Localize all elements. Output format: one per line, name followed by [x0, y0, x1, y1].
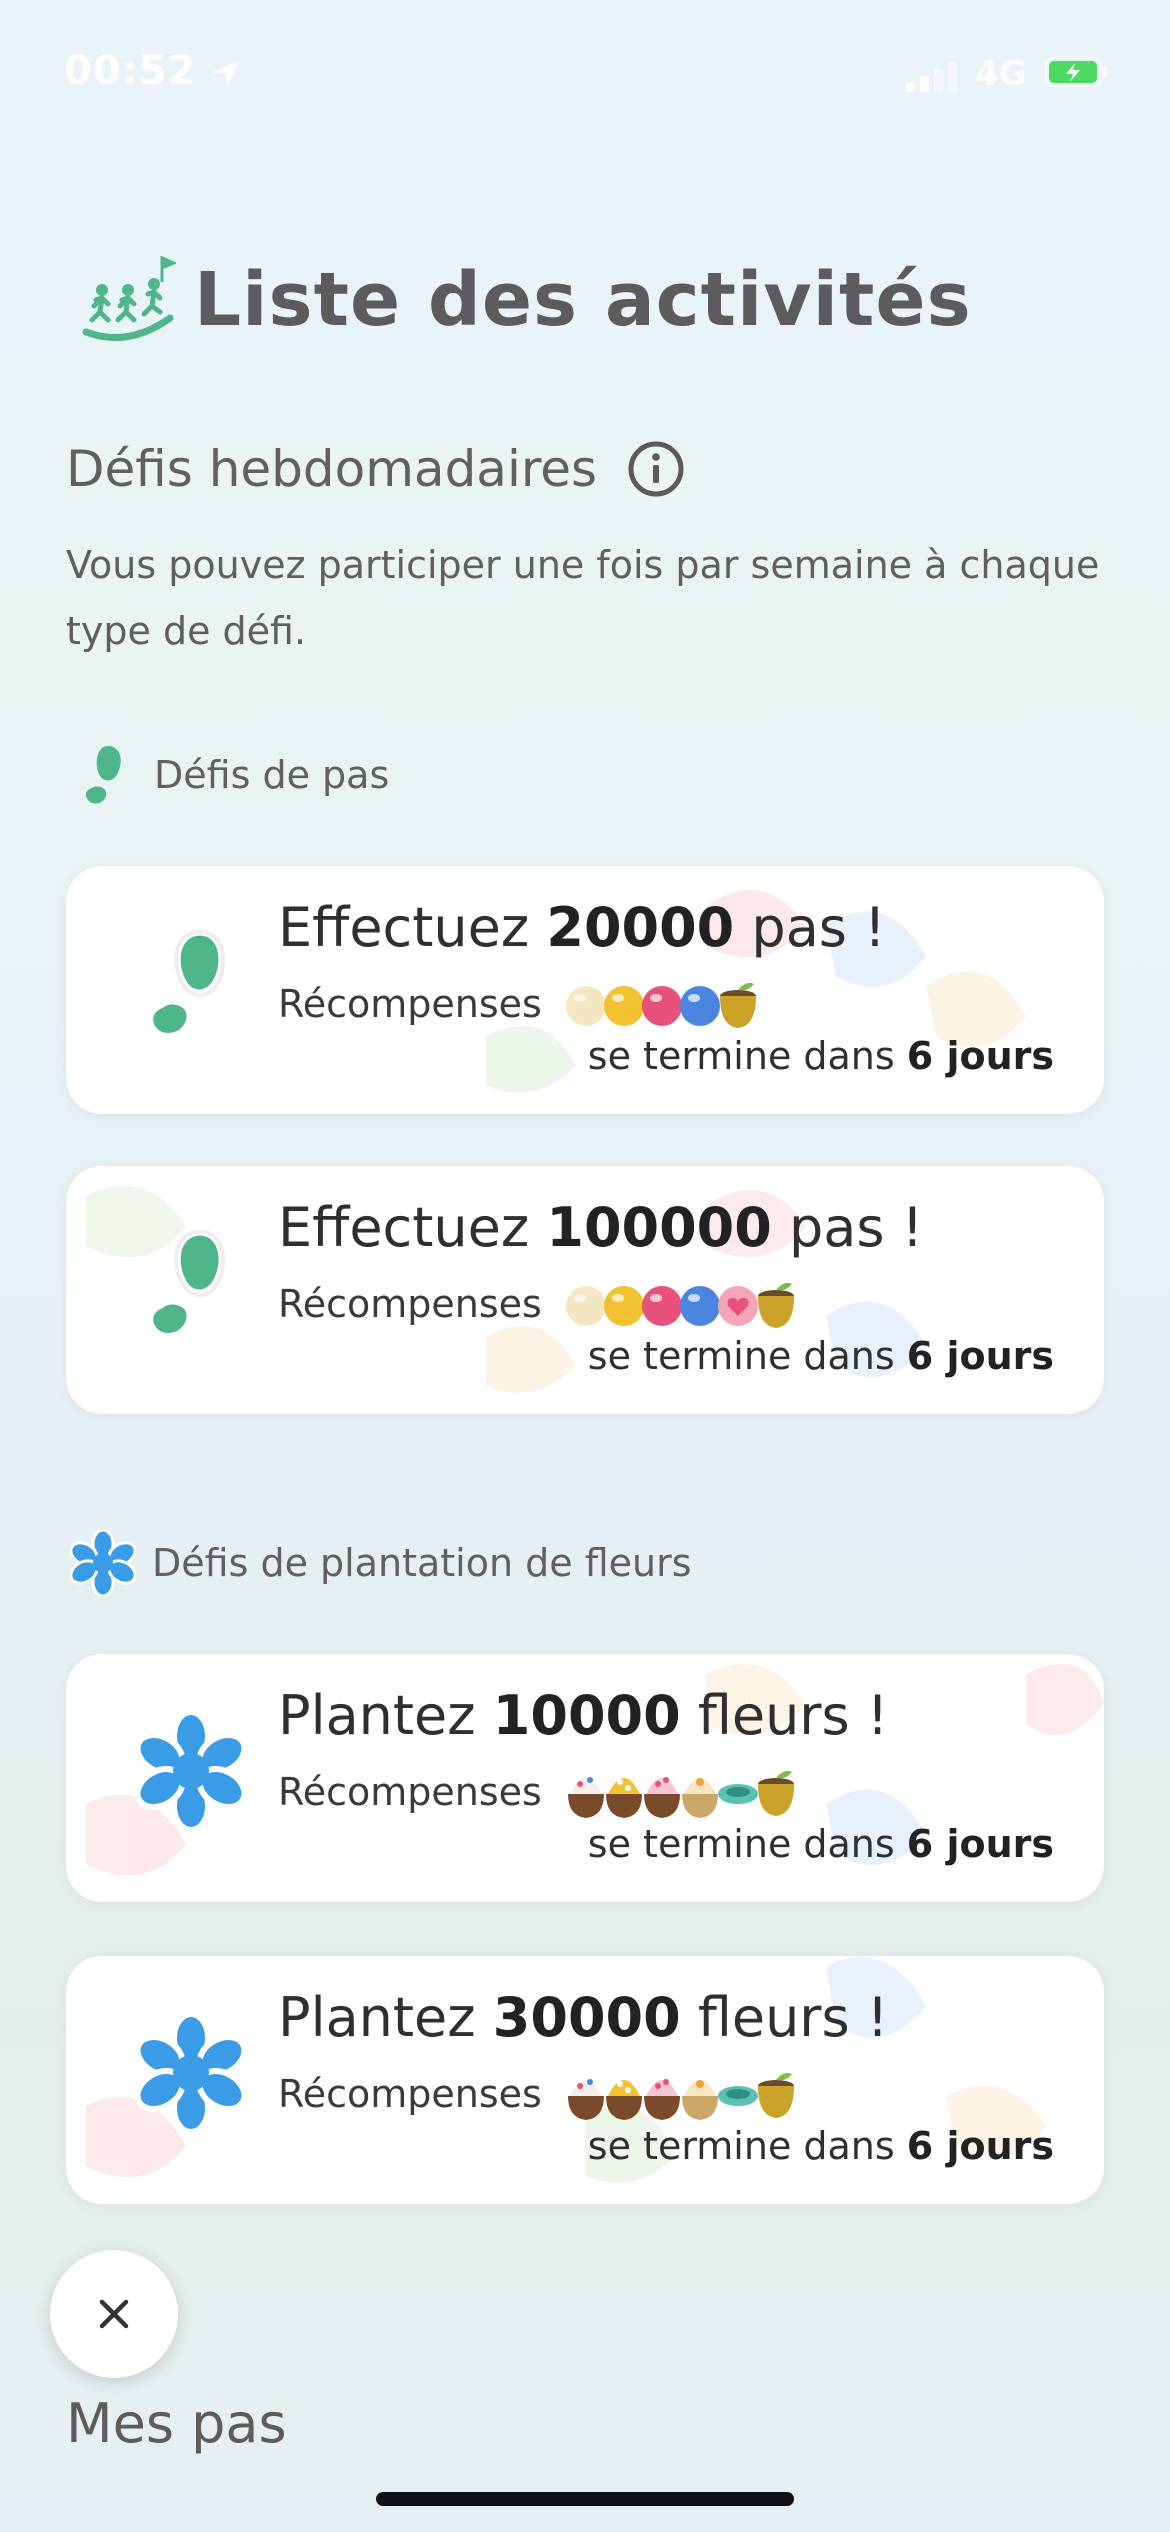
title-number: 100000 — [546, 1196, 772, 1259]
battery-charging-icon — [1045, 57, 1107, 87]
challenge-card-flowers-30000[interactable]: Plantez 30000 fleurs ! Récompenses se te… — [66, 1956, 1104, 2204]
rewards-row: Récompenses — [278, 2064, 794, 2124]
deadline-value: 6 jours — [906, 1034, 1054, 1078]
challenge-card-steps-20000[interactable]: Effectuez 20000 pas ! Récompenses se ter… — [66, 866, 1104, 1114]
challenge-deadline: se termine dans 6 jours — [588, 1334, 1054, 1378]
signal-icon — [906, 62, 957, 92]
deadline-value: 6 jours — [906, 1822, 1054, 1866]
footprint-icon — [149, 929, 226, 1037]
rewards-label: Récompenses — [278, 1282, 542, 1326]
reward-items — [564, 2064, 794, 2124]
footprint-icon — [85, 746, 121, 804]
golden-pot-icon — [719, 982, 756, 1028]
close-icon — [99, 2299, 129, 2329]
title-prefix: Plantez — [278, 1986, 493, 2049]
challenge-title: Plantez 10000 fleurs ! — [278, 1684, 888, 1747]
network-type: 4G — [975, 54, 1027, 94]
title-suffix: fleurs ! — [680, 1986, 889, 2049]
rewards-label: Récompenses — [278, 1770, 542, 1814]
deadline-prefix: se termine dans — [587, 1034, 907, 1078]
status-bar: 00:52 4G — [0, 0, 1170, 140]
title-number: 20000 — [546, 896, 735, 959]
challenge-title: Effectuez 20000 pas ! — [278, 896, 886, 959]
my-steps-label[interactable]: Mes pas — [66, 2392, 287, 2455]
page-header: Liste des activités — [80, 240, 972, 360]
flowers-group-header: Défis de plantation de fleurs — [70, 1530, 692, 1596]
rewards-row: Récompenses — [278, 974, 756, 1034]
page-title: Liste des activités — [194, 257, 972, 343]
challenge-deadline: se termine dans 6 jours — [588, 1034, 1054, 1078]
challenge-deadline: se termine dans 6 jours — [588, 2124, 1054, 2168]
reward-items — [564, 974, 756, 1034]
deadline-prefix: se termine dans — [587, 1334, 907, 1378]
title-suffix: pas ! — [771, 1196, 924, 1259]
status-time: 00:52 — [64, 48, 197, 94]
reward-items — [564, 1762, 794, 1822]
home-indicator[interactable] — [376, 2492, 794, 2506]
rewards-row: Récompenses — [278, 1762, 794, 1822]
running-people-icon — [82, 255, 176, 341]
deadline-value: 6 jours — [906, 2124, 1054, 2168]
deadline-prefix: se termine dans — [587, 2124, 907, 2168]
flowers-group-label: Défis de plantation de fleurs — [152, 1541, 692, 1585]
close-button[interactable] — [50, 2250, 178, 2378]
title-number: 30000 — [492, 1986, 681, 2049]
challenge-title: Effectuez 100000 pas ! — [278, 1196, 923, 1259]
flower-icon — [134, 1709, 248, 1833]
deadline-prefix: se termine dans — [587, 1822, 907, 1866]
challenge-card-flowers-10000[interactable]: Plantez 10000 fleurs ! Récompenses se te… — [66, 1654, 1104, 1902]
deadline-value: 6 jours — [906, 1334, 1054, 1378]
title-suffix: fleurs ! — [680, 1684, 889, 1747]
title-prefix: Plantez — [278, 1684, 493, 1747]
title-prefix: Effectuez — [278, 1196, 547, 1259]
weekly-challenges-title: Défis hebdomadaires — [66, 440, 598, 498]
title-number: 10000 — [492, 1684, 681, 1747]
golden-pot-icon — [757, 1770, 794, 1816]
weekly-challenges-description: Vous pouvez participer une fois par sema… — [66, 543, 1100, 653]
location-arrow-icon — [212, 60, 240, 88]
challenge-deadline: se termine dans 6 jours — [588, 1822, 1054, 1866]
reward-items — [564, 1274, 794, 1334]
title-suffix: pas ! — [734, 896, 886, 959]
steps-group-header: Défis de pas — [78, 742, 389, 808]
title-prefix: Effectuez — [278, 896, 547, 959]
golden-pot-icon — [757, 2072, 794, 2118]
steps-group-label: Défis de pas — [154, 753, 390, 797]
rewards-label: Récompenses — [278, 2072, 542, 2116]
flower-icon — [134, 2011, 248, 2135]
info-icon[interactable] — [627, 440, 685, 498]
rewards-row: Récompenses — [278, 1274, 794, 1334]
weekly-challenges-heading: Défis hebdomadaires — [66, 440, 685, 498]
rewards-label: Récompenses — [278, 982, 542, 1026]
footprint-icon — [149, 1229, 226, 1337]
flower-icon — [70, 1530, 136, 1596]
challenge-title: Plantez 30000 fleurs ! — [278, 1986, 888, 2049]
golden-pot-icon — [757, 1282, 794, 1328]
challenge-card-steps-100000[interactable]: Effectuez 100000 pas ! Récompenses se te… — [66, 1166, 1104, 1414]
